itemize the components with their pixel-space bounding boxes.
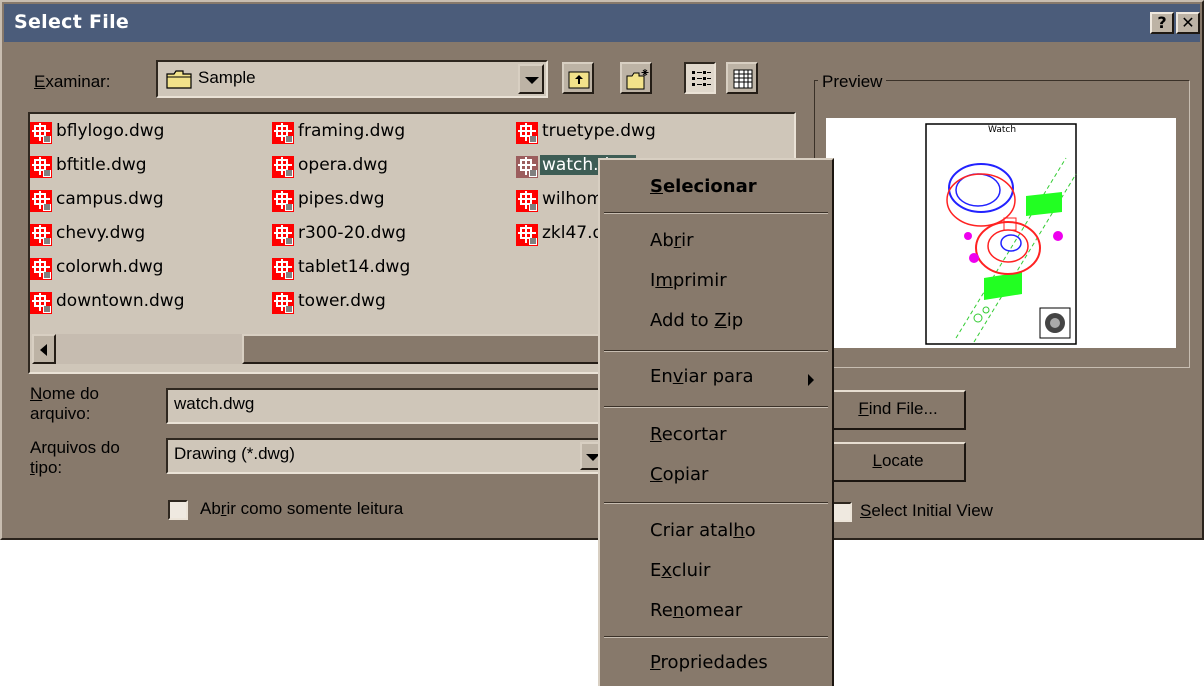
create-new-folder-button[interactable] [620, 62, 652, 94]
look-in-dropdown[interactable]: Sample [156, 60, 548, 98]
dwg-file-icon [516, 224, 538, 246]
read-only-label[interactable]: Abrir como somente leitura [200, 499, 403, 519]
close-button[interactable]: ✕ [1176, 12, 1200, 34]
file-name: pipes.dwg [298, 189, 385, 209]
dwg-file-icon [30, 122, 52, 144]
dwg-file-icon [30, 258, 52, 280]
file-name: r300-20.dwg [298, 223, 407, 243]
list-view-icon [692, 71, 711, 86]
preview-label: Preview [818, 72, 887, 92]
menu-separator [604, 212, 828, 214]
file-name: colorwh.dwg [56, 257, 164, 277]
file-type-dropdown[interactable]: Drawing (*.dwg) [166, 438, 606, 474]
dwg-file-icon [516, 122, 538, 144]
file-name: bflylogo.dwg [56, 121, 165, 141]
dwg-file-icon [272, 156, 294, 178]
look-in-value: Sample [198, 68, 256, 87]
dwg-file-icon [272, 258, 294, 280]
up-one-level-button[interactable] [562, 62, 594, 94]
dwg-file-icon [30, 190, 52, 212]
file-name: campus.dwg [56, 189, 164, 209]
find-file-button[interactable]: Find File... [830, 390, 966, 430]
menu-item-enviar-para[interactable]: Enviar para [650, 366, 753, 387]
file-name: truetype.dwg [542, 121, 656, 141]
chevron-down-icon [525, 77, 539, 84]
submenu-arrow-icon [808, 374, 814, 386]
file-name: tower.dwg [298, 291, 386, 311]
menu-item-recortar[interactable]: Recortar [650, 424, 727, 445]
menu-item-selecionar[interactable]: Selecionar [650, 176, 757, 197]
file-name-label: Nome do arquivo: [30, 384, 99, 423]
menu-item-criar-atalho[interactable]: Criar atalho [650, 520, 756, 541]
file-type-label: Arquivos do tipo: [30, 438, 120, 477]
file-name: opera.dwg [298, 155, 388, 175]
file-name: downtown.dwg [56, 291, 185, 311]
menu-item-abrir[interactable]: Abrir [650, 230, 694, 251]
menu-item-excluir[interactable]: Excluir [650, 560, 710, 581]
dwg-file-icon [516, 190, 538, 212]
locate-button[interactable]: Locate [830, 442, 966, 482]
read-only-checkbox[interactable] [168, 500, 188, 520]
menu-item-imprimir[interactable]: Imprimir [650, 270, 727, 291]
title-bar[interactable]: Select File ? ✕ [4, 4, 1200, 42]
look-in-label: Examinar: [34, 72, 111, 91]
dwg-file-icon [272, 292, 294, 314]
dwg-file-icon [272, 224, 294, 246]
watch-drawing-preview: Watch [925, 123, 1077, 345]
dwg-file-icon [30, 156, 52, 178]
menu-separator [604, 406, 828, 408]
menu-item-add-to-zip[interactable]: Add to Zip [650, 310, 743, 331]
list-view-button[interactable] [684, 62, 716, 94]
preview-drawing-title: Watch [988, 125, 1016, 135]
menu-separator [604, 350, 828, 352]
menu-item-copiar[interactable]: Copiar [650, 464, 708, 485]
menu-separator [604, 502, 828, 504]
dwg-file-icon [516, 156, 538, 178]
file-type-value: Drawing (*.dwg) [174, 444, 295, 463]
arrow-left-icon [40, 344, 47, 356]
context-menu: Selecionar Abrir Imprimir Add to Zip Enviar … [598, 158, 834, 686]
scroll-left-button[interactable] [32, 334, 56, 364]
file-name-input[interactable]: watch.dwg [166, 388, 606, 424]
select-initial-view-label[interactable]: Select Initial View [860, 501, 993, 521]
details-view-button[interactable] [726, 62, 758, 94]
file-name-value: watch.dwg [174, 394, 255, 413]
preview-area: Watch [826, 118, 1176, 348]
select-initial-view-checkbox[interactable] [832, 502, 852, 522]
help-button[interactable]: ? [1150, 12, 1174, 34]
window-title: Select File [14, 11, 130, 33]
dwg-file-icon [30, 292, 52, 314]
up-folder-icon [568, 71, 590, 89]
file-name: framing.dwg [298, 121, 406, 141]
dwg-file-icon [272, 122, 294, 144]
dwg-file-icon [272, 190, 294, 212]
file-name: tablet14.dwg [298, 257, 411, 277]
menu-item-propriedades[interactable]: Propriedades [650, 652, 768, 673]
file-name: chevy.dwg [56, 223, 146, 243]
dwg-file-icon [30, 224, 52, 246]
file-name: bftitle.dwg [56, 155, 147, 175]
menu-separator [604, 636, 828, 638]
look-in-dropdown-button[interactable] [518, 64, 544, 94]
menu-item-renomear[interactable]: Renomear [650, 600, 742, 621]
folder-icon [166, 70, 192, 89]
details-view-icon [733, 69, 753, 89]
new-folder-icon [626, 69, 649, 90]
